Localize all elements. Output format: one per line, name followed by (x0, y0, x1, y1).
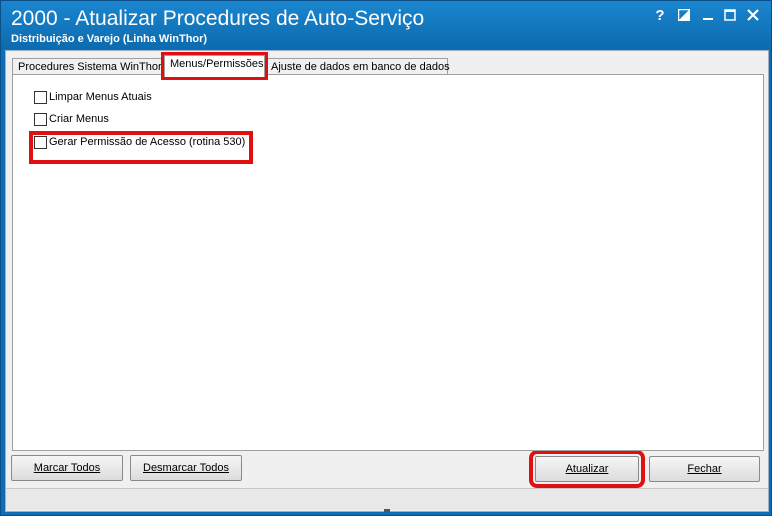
criar-menus-checkbox[interactable] (34, 112, 47, 126)
button-bar: Marcar Todos Desmarcar Todos Atualizar F… (6, 450, 768, 488)
minimize-icon[interactable] (699, 7, 717, 25)
status-bar (6, 488, 768, 510)
tab-label: Menus/Permissões (170, 58, 264, 70)
tab-panel-menus-permissoes: Limpar Menus Atuais Criar Menus Gerar Pe… (12, 74, 764, 451)
limpar-menus-checkbox[interactable] (34, 90, 47, 104)
close-icon[interactable] (744, 7, 762, 25)
option-label: Gerar Permissão de Acesso (rotina 530) (49, 136, 246, 148)
gerar-permissao-checkbox[interactable] (34, 135, 47, 149)
tab-label: Procedures Sistema WinThor (18, 61, 162, 73)
option-limpar-menus[interactable]: Limpar Menus Atuais (34, 89, 152, 105)
tab-menus-permissoes[interactable]: Menus/Permissões (161, 52, 268, 80)
window-title: 2000 - Atualizar Procedures de Auto-Serv… (11, 7, 425, 30)
window-subtitle: Distribuição e Varejo (Linha WinThor) (11, 33, 208, 45)
atualizar-button[interactable]: Atualizar (529, 450, 645, 488)
app-window: 2000 - Atualizar Procedures de Auto-Serv… (0, 0, 772, 516)
option-label: Limpar Menus Atuais (49, 91, 152, 103)
tab-strip: Procedures Sistema WinThor Menus/Permiss… (12, 52, 762, 80)
maximize-icon[interactable] (721, 7, 739, 25)
option-criar-menus[interactable]: Criar Menus (34, 111, 109, 127)
tab-label: Ajuste de dados em banco de dados (271, 61, 450, 73)
restore-icon[interactable] (675, 7, 693, 25)
fechar-button[interactable]: Fechar (649, 456, 760, 482)
client-area: Procedures Sistema WinThor Menus/Permiss… (5, 50, 769, 512)
option-label: Criar Menus (49, 113, 109, 125)
desmarcar-todos-button[interactable]: Desmarcar Todos (130, 455, 242, 481)
resize-grip[interactable] (384, 509, 390, 512)
marcar-todos-button[interactable]: Marcar Todos (11, 455, 123, 481)
help-icon[interactable]: ? (651, 7, 669, 25)
option-gerar-permissao[interactable]: Gerar Permissão de Acesso (rotina 530) (34, 134, 245, 150)
title-bar[interactable]: 2000 - Atualizar Procedures de Auto-Serv… (1, 1, 771, 49)
